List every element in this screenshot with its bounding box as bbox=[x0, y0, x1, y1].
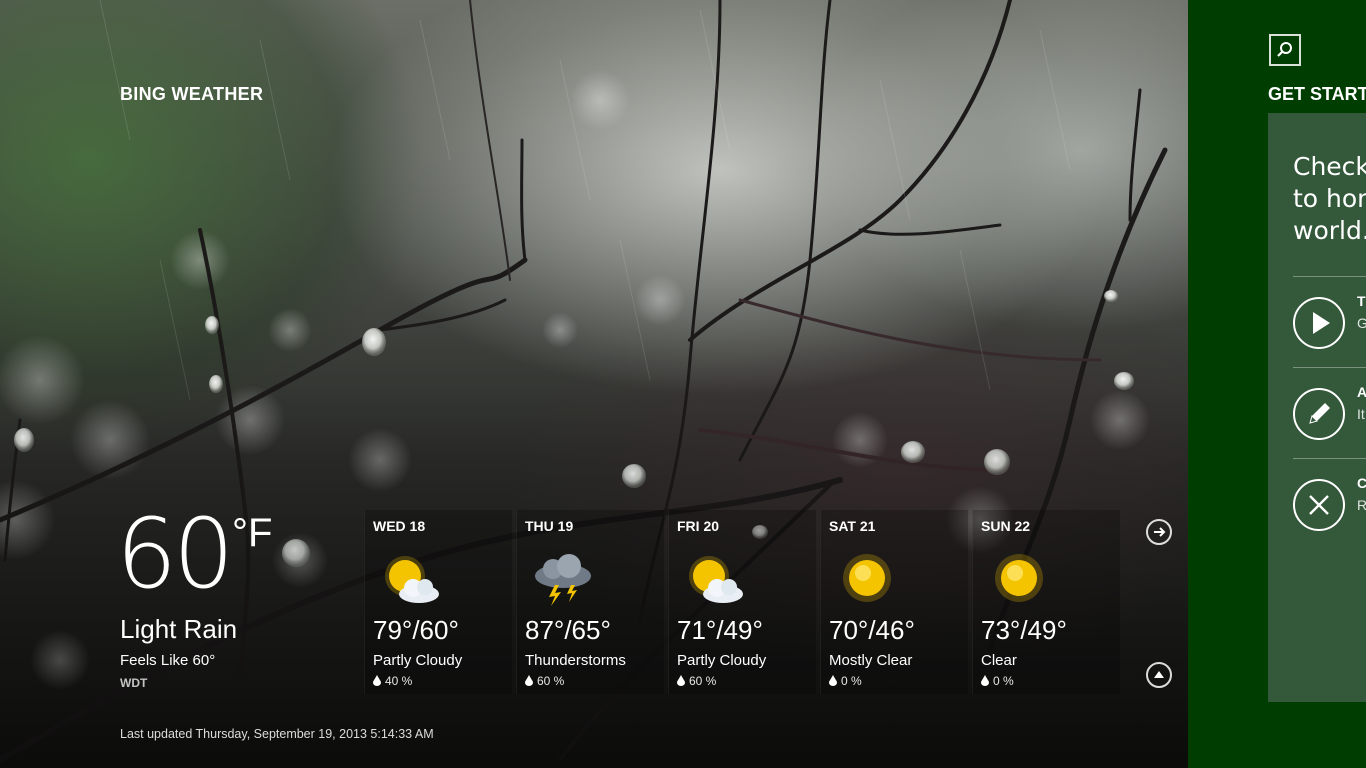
forecast-temps: 79°/60° bbox=[373, 615, 459, 645]
daily-forecast: WED 18 79°/60° Partly Cloudy 40 % THU 19… bbox=[364, 510, 1124, 694]
last-updated: Last updated Thursday, September 19, 201… bbox=[120, 727, 434, 741]
forecast-day-name: SUN 22 bbox=[981, 518, 1031, 534]
get-started-item-tour[interactable]: T G g bbox=[1293, 276, 1366, 366]
precip-chance: 0 % bbox=[993, 674, 1014, 688]
forecast-day-name: WED 18 bbox=[373, 518, 426, 534]
get-started-headline: Check to hom world. bbox=[1293, 151, 1366, 247]
get-started-item-close[interactable]: C R S ti bbox=[1293, 458, 1366, 548]
forecast-temps: 87°/65° bbox=[525, 615, 611, 645]
forecast-condition: Partly Cloudy bbox=[677, 652, 767, 669]
search-icon bbox=[1277, 42, 1292, 57]
item-title: T bbox=[1357, 293, 1366, 309]
forecast-day[interactable]: SAT 21 70°/46° Mostly Clear 0 % bbox=[820, 510, 968, 694]
get-started-heading: GET START bbox=[1268, 84, 1366, 104]
play-icon bbox=[1293, 297, 1345, 349]
forecast-day-name: SAT 21 bbox=[829, 518, 876, 534]
next-forecast-button[interactable] bbox=[1146, 519, 1172, 545]
forecast-precip: 60 % bbox=[677, 674, 716, 688]
sun-icon bbox=[995, 554, 1043, 602]
forecast-temps: 73°/49° bbox=[981, 615, 1067, 645]
search-button[interactable] bbox=[1269, 34, 1301, 66]
forecast-day-name: FRI 20 bbox=[677, 518, 720, 534]
forecast-day[interactable]: WED 18 79°/60° Partly Cloudy 40 % bbox=[364, 510, 512, 694]
forecast-day[interactable]: FRI 20 71°/49° Partly Cloudy 60 % bbox=[668, 510, 816, 694]
forecast-condition: Thunderstorms bbox=[525, 652, 626, 669]
pencil-icon bbox=[1293, 388, 1345, 440]
close-icon bbox=[1293, 479, 1345, 531]
weather-app: BING WEATHER 60 °F Light Rain Feels Like… bbox=[0, 0, 1366, 768]
raindrop-icon bbox=[525, 675, 533, 686]
partly-cloudy-icon bbox=[385, 556, 439, 603]
side-panel: GET START Check to hom world. T G g A It… bbox=[1188, 0, 1366, 768]
get-started-item-edit[interactable]: A It p bbox=[1293, 367, 1366, 457]
weather-station: WDT bbox=[120, 676, 148, 690]
item-description: R S ti bbox=[1357, 497, 1366, 513]
headline-line: world. bbox=[1293, 216, 1366, 245]
triangle-up-icon bbox=[1154, 671, 1164, 678]
precip-chance: 40 % bbox=[385, 674, 413, 688]
feels-like: Feels Like 60° bbox=[120, 652, 216, 669]
forecast-condition: Clear bbox=[981, 652, 1017, 669]
expand-forecast-button[interactable] bbox=[1146, 662, 1172, 688]
item-title: A bbox=[1357, 384, 1366, 400]
current-conditions: 60 °F Light Rain Feels Like 60° WDT bbox=[116, 500, 356, 690]
sun-icon bbox=[843, 554, 891, 602]
headline-line: to hom bbox=[1293, 184, 1366, 213]
precip-chance: 60 % bbox=[537, 674, 565, 688]
arrow-right-icon bbox=[1154, 527, 1166, 537]
thunderstorm-icon bbox=[535, 554, 591, 606]
forecast-temps: 71°/49° bbox=[677, 615, 763, 645]
temperature-unit[interactable]: °F bbox=[232, 510, 272, 556]
forecast-day-name: THU 19 bbox=[525, 518, 574, 534]
raindrop-icon bbox=[829, 675, 837, 686]
forecast-temps: 70°/46° bbox=[829, 615, 915, 645]
precip-chance: 0 % bbox=[841, 674, 862, 688]
current-temperature: 60 bbox=[116, 498, 234, 610]
forecast-precip: 60 % bbox=[525, 674, 564, 688]
forecast-precip: 0 % bbox=[981, 674, 1014, 688]
raindrop-icon bbox=[981, 675, 989, 686]
item-description: G g bbox=[1357, 315, 1366, 331]
partly-cloudy-icon bbox=[689, 556, 743, 603]
forecast-precip: 40 % bbox=[373, 674, 412, 688]
raindrop-icon bbox=[677, 675, 685, 686]
item-title: C bbox=[1357, 475, 1366, 491]
forecast-day[interactable]: SUN 22 73°/49° Clear 0 % bbox=[972, 510, 1120, 694]
app-title: BING WEATHER bbox=[120, 84, 264, 104]
item-description: It p bbox=[1357, 406, 1366, 422]
forecast-condition: Partly Cloudy bbox=[373, 652, 463, 669]
forecast-condition: Mostly Clear bbox=[829, 652, 913, 669]
forecast-day[interactable]: THU 19 87°/65° Thunderstorms 60 % bbox=[516, 510, 664, 694]
headline-line: Check bbox=[1293, 152, 1366, 181]
current-temperature-row: 60 °F bbox=[116, 500, 356, 608]
current-condition: Light Rain bbox=[120, 614, 238, 644]
raindrop-icon bbox=[373, 675, 381, 686]
get-started-card: Check to hom world. T G g A It p bbox=[1268, 113, 1366, 702]
precip-chance: 60 % bbox=[689, 674, 717, 688]
forecast-precip: 0 % bbox=[829, 674, 862, 688]
